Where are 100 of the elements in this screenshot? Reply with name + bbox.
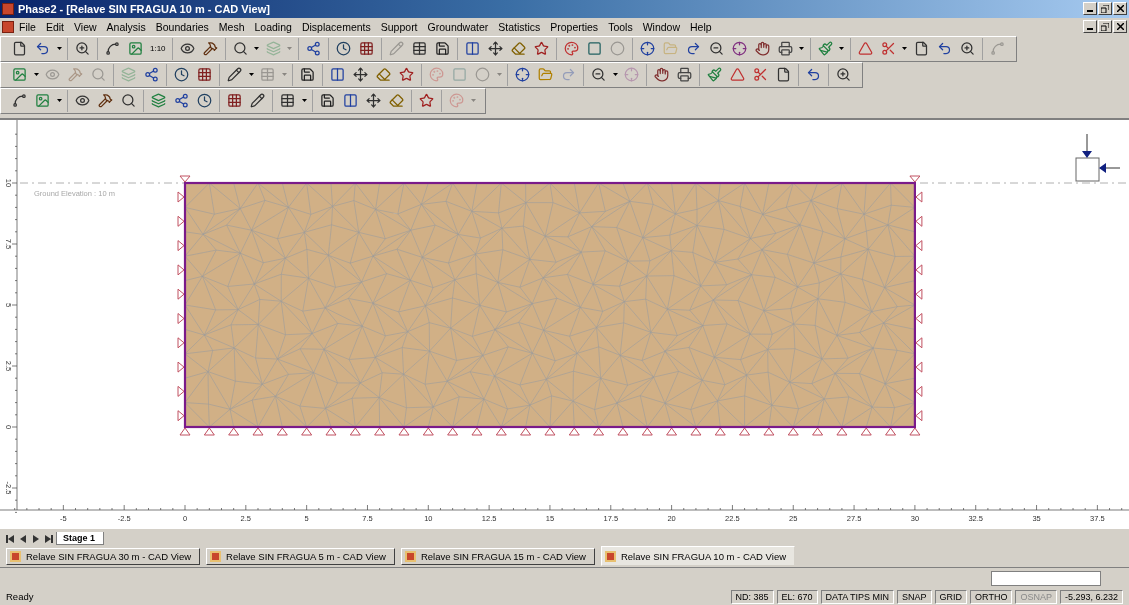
star-icon xyxy=(419,93,434,109)
document-icon xyxy=(604,550,616,562)
document-icon xyxy=(404,550,416,562)
search-icon xyxy=(232,41,248,57)
crosshair-icon xyxy=(515,67,530,83)
document-tab[interactable]: Relave SIN FRAGUA 5 m - CAD View xyxy=(206,547,395,565)
move-icon xyxy=(366,93,381,109)
document-tab[interactable]: Relave SIN FRAGUA 15 m - CAD View xyxy=(400,547,595,565)
columns-icon xyxy=(343,93,358,109)
circle-icon xyxy=(609,41,625,57)
curve-icon xyxy=(12,93,27,109)
pencil-icon xyxy=(250,93,265,109)
status-pane: GRID xyxy=(934,589,968,604)
zoom-out-icon xyxy=(708,41,724,57)
hand-icon xyxy=(654,67,669,83)
menu-item[interactable]: Support xyxy=(375,20,423,33)
menu-item[interactable]: Analysis xyxy=(101,20,151,33)
minimize-button[interactable] xyxy=(1083,20,1097,34)
nodes-icon xyxy=(174,93,189,109)
menu-item[interactable]: Boundaries xyxy=(150,20,214,33)
hammer-icon xyxy=(68,67,83,83)
layers-icon xyxy=(151,93,166,109)
eraser-icon xyxy=(389,93,404,109)
brush-icon xyxy=(817,41,833,57)
close-button[interactable] xyxy=(1113,20,1127,34)
close-icon xyxy=(1116,23,1124,31)
undo-icon xyxy=(936,41,952,57)
star-icon xyxy=(399,67,414,83)
caret-icon xyxy=(612,73,618,77)
caret-icon xyxy=(470,99,476,103)
document-icon xyxy=(210,550,222,562)
star-icon xyxy=(533,41,549,57)
columns-icon xyxy=(330,67,345,83)
scissors-icon xyxy=(880,41,896,57)
new-file-icon xyxy=(12,41,27,57)
document-icon xyxy=(10,550,21,562)
menu-item[interactable]: Window xyxy=(637,20,685,33)
close-button[interactable] xyxy=(1113,2,1127,16)
caret-icon xyxy=(287,47,293,51)
table-icon xyxy=(411,41,427,57)
arrow-icon xyxy=(45,534,53,543)
hand-icon xyxy=(754,41,770,57)
eye-icon xyxy=(75,93,90,109)
caret-icon xyxy=(839,47,845,51)
table-icon xyxy=(260,67,275,83)
stage-tab[interactable]: Stage 1 xyxy=(56,532,104,546)
hammer-icon xyxy=(98,93,113,109)
palette-icon xyxy=(563,41,579,57)
folder-icon xyxy=(538,67,553,83)
caret-icon xyxy=(56,99,62,103)
input-field[interactable] xyxy=(991,570,1101,586)
zoom-in-icon xyxy=(959,41,975,57)
status-pane: ORTHO xyxy=(970,589,1013,604)
search-icon xyxy=(91,67,106,83)
menu-item[interactable]: Statistics xyxy=(493,20,546,33)
minimize-button[interactable] xyxy=(1083,2,1097,16)
clock-icon xyxy=(197,93,212,109)
menu-item[interactable]: Displacements xyxy=(296,20,376,33)
square-icon xyxy=(586,41,602,57)
caret-icon xyxy=(248,73,254,77)
square-icon xyxy=(452,67,467,83)
restore-icon xyxy=(1101,5,1109,13)
document-tab[interactable]: Relave SIN FRAGUA 10 m - CAD View xyxy=(600,546,796,567)
crosshair-icon xyxy=(731,41,747,57)
restore-button[interactable] xyxy=(1098,20,1112,34)
grid-icon xyxy=(358,41,374,57)
document-tab[interactable]: Relave SIN FRAGUA 30 m - CAD View xyxy=(6,547,201,565)
pencil-icon xyxy=(388,41,404,57)
menu-item[interactable]: Edit xyxy=(40,20,69,33)
menu-item[interactable]: File xyxy=(14,20,41,33)
menu-item[interactable]: Tools xyxy=(603,20,638,33)
menu-item[interactable]: Loading xyxy=(249,20,297,33)
table-icon xyxy=(280,93,295,109)
menu-item[interactable]: View xyxy=(69,20,102,33)
caret-icon xyxy=(902,47,908,51)
menu-item[interactable]: Mesh xyxy=(213,20,250,33)
image-icon xyxy=(35,93,50,109)
restore-button[interactable] xyxy=(1098,2,1112,16)
menu-item[interactable]: Help xyxy=(685,20,717,33)
first-stage-button[interactable] xyxy=(4,532,16,546)
status-pane: ND: 385 xyxy=(730,589,774,604)
status-pane: OSNAP xyxy=(1015,589,1057,604)
zoom-out-icon xyxy=(591,67,606,83)
printer-icon xyxy=(677,67,692,83)
caret-icon xyxy=(799,47,805,51)
curve-icon xyxy=(989,41,1005,57)
last-stage-button[interactable] xyxy=(43,532,55,546)
circle-icon xyxy=(475,67,490,83)
eraser-icon xyxy=(510,41,526,57)
nodes-icon xyxy=(144,67,159,83)
menu-item[interactable]: Properties xyxy=(545,20,604,33)
layers-icon xyxy=(121,67,136,83)
save-icon xyxy=(434,41,450,57)
status-pane: -5.293, 6.232 xyxy=(1059,589,1123,604)
menu-item[interactable]: Groundwater xyxy=(422,20,494,33)
scissors-icon xyxy=(753,67,768,83)
scale-button[interactable]: 1:10 xyxy=(147,37,169,60)
clock-icon xyxy=(174,67,189,83)
load-axes-icon xyxy=(1075,133,1121,182)
caret-icon xyxy=(56,47,62,51)
